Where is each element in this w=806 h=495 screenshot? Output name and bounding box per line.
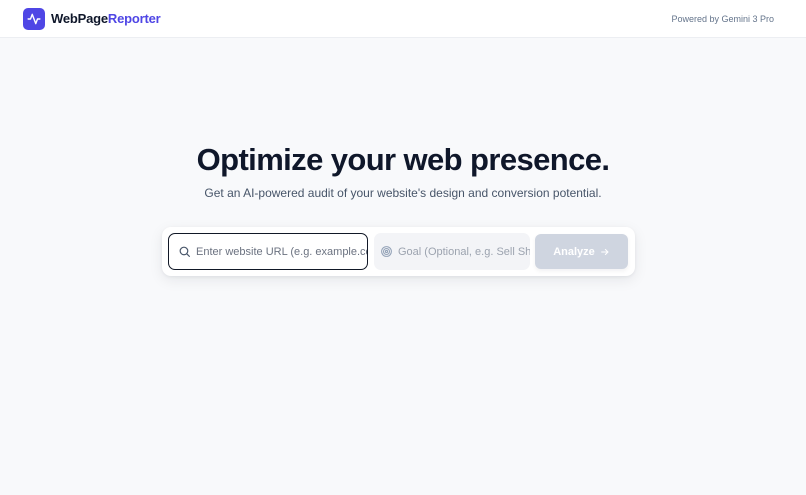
activity-pulse-icon	[23, 7, 45, 30]
hero-subtitle: Get an AI-powered audit of your website'…	[204, 186, 602, 200]
brand-name-part1: WebPage	[51, 11, 108, 26]
analyze-button[interactable]: Analyze	[535, 234, 628, 269]
search-icon	[178, 245, 191, 258]
search-card: Analyze	[162, 227, 635, 276]
analyze-button-label: Analyze	[553, 245, 595, 258]
arrow-right-icon	[600, 247, 610, 257]
hero-section: Optimize your web presence. Get an AI-po…	[0, 140, 806, 201]
brand-name: WebPageReporter	[51, 11, 161, 26]
goal-input[interactable]	[398, 245, 530, 258]
target-icon	[380, 245, 393, 258]
top-header: WebPageReporter Powered by Gemini 3 Pro	[0, 0, 806, 38]
url-field[interactable]	[168, 233, 368, 270]
url-input[interactable]	[196, 245, 367, 258]
brand-name-part2: Reporter	[107, 11, 161, 26]
brand[interactable]: WebPageReporter	[23, 7, 161, 30]
goal-field[interactable]	[374, 233, 530, 270]
powered-by-label: Powered by Gemini 3 Pro	[671, 13, 774, 24]
hero-title: Optimize your web presence.	[196, 142, 610, 177]
